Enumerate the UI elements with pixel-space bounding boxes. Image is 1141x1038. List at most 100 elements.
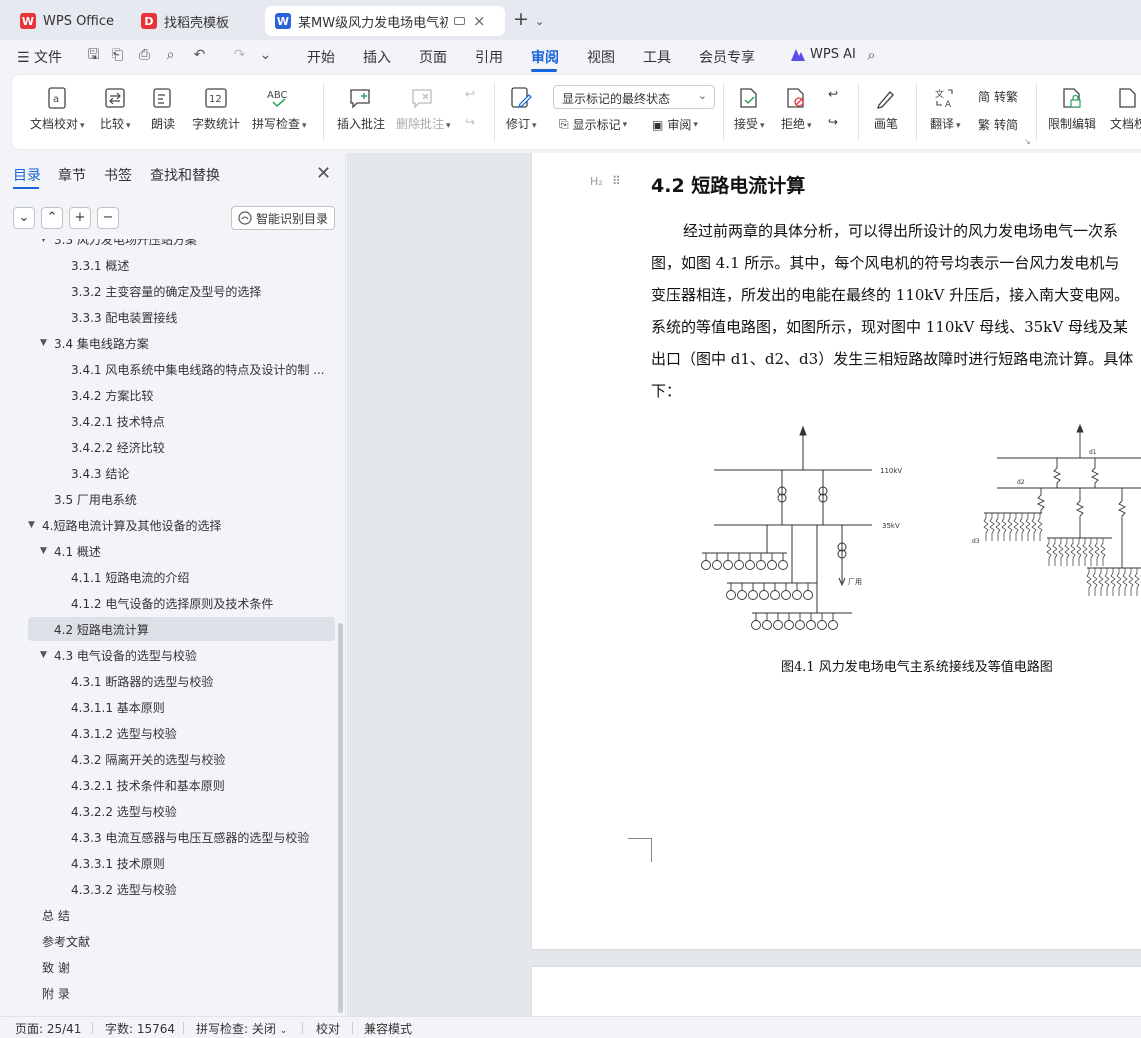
markup-state-select[interactable]: 显示标记的最终状态 ⌄ [553, 85, 715, 109]
dialog-launcher-icon[interactable]: ↘ [1024, 137, 1031, 146]
smart-toc-button[interactable]: 智能识别目录 [231, 206, 335, 230]
toc-item[interactable]: 3.3.1 概述 [28, 253, 335, 277]
prev-change-button[interactable]: ↩ [828, 87, 842, 101]
status-word-count[interactable]: 字数: 15764 [105, 1020, 175, 1037]
menu-references[interactable]: 引用 [475, 47, 503, 67]
doc-check-button[interactable]: a 文档校对 ▾ [30, 85, 85, 132]
toc-item[interactable]: 3.5 厂用电系统 [28, 487, 335, 511]
toc-item[interactable]: 4.3.3.1 技术原则 [28, 851, 335, 875]
toc-item[interactable]: 4.3.2.2 选型与校验 [28, 799, 335, 823]
insert-comment-button[interactable]: 插入批注 [337, 85, 385, 132]
drag-handle-icon[interactable]: ⠿ [612, 174, 621, 188]
expand-triangle-icon[interactable]: ▼ [40, 338, 54, 348]
toc-item[interactable]: 4.3.3 电流互感器与电压互感器的选型与校验 [28, 825, 335, 849]
print-icon[interactable]: ⎙ [137, 48, 152, 63]
new-tab-button[interactable]: + ⌄ [513, 8, 544, 30]
to-simplified-button[interactable]: 繁 转简 [978, 116, 1018, 133]
redo-icon[interactable]: ↷ [232, 48, 247, 63]
toc-item[interactable]: 4.3.2 隔离开关的选型与校验 [28, 747, 335, 771]
more-quick-icon[interactable]: ⌄ [258, 48, 273, 63]
collapse-down-button[interactable]: ⌄ [13, 207, 35, 229]
review-pane-button[interactable]: ▣ 审阅 ▾ [652, 116, 698, 133]
toc-item[interactable]: 附 录 [28, 981, 335, 1005]
read-aloud-button[interactable]: 朗读 [151, 85, 175, 132]
status-page[interactable]: 页面: 25/41 [15, 1020, 81, 1037]
translate-icon: 文A [935, 88, 953, 109]
export-icon[interactable]: ⎗ [110, 48, 125, 63]
expand-triangle-icon[interactable]: ▼ [40, 546, 54, 556]
delete-comment-button[interactable]: 删除批注 ▾ [396, 85, 451, 132]
toc-item[interactable]: 3.3.3 配电装置接线 [28, 305, 335, 329]
file-menu[interactable]: ☰ 文件 [17, 47, 62, 67]
toc-item[interactable]: ▼ 3.4 集电线路方案 [28, 331, 335, 355]
toc-item[interactable]: ▼ 3.3 风力发电场升压站方案 [28, 239, 335, 251]
print-preview-icon[interactable]: ⌕ [163, 48, 178, 63]
menu-home[interactable]: 开始 [307, 47, 335, 67]
panel-tab-bookmarks[interactable]: 书签 [104, 165, 132, 185]
toc-item[interactable]: 4.3.3.2 选型与校验 [28, 877, 335, 901]
toc-item[interactable]: 4.3.1.2 选型与校验 [28, 721, 335, 745]
to-traditional-button[interactable]: 简 转繁 [978, 88, 1018, 105]
expand-triangle-icon[interactable]: ▼ [40, 650, 54, 660]
accept-button[interactable]: 接受 ▾ [734, 85, 765, 132]
menu-insert[interactable]: 插入 [363, 47, 391, 67]
wps-ai-button[interactable]: WPS AI [790, 47, 856, 62]
prev-comment-button[interactable]: ↩ [465, 87, 479, 101]
pen-button[interactable]: 画笔 [874, 85, 898, 132]
tab-document[interactable]: W 某MW级风力发电场电气初步设计 × [265, 6, 505, 36]
toc-item[interactable]: 4.3.2.1 技术条件和基本原则 [28, 773, 335, 797]
add-heading-button[interactable]: + [69, 207, 91, 229]
toc-item[interactable]: 3.4.3 结论 [28, 461, 335, 485]
save-icon[interactable]: 🖫 [86, 48, 101, 63]
panel-tab-find-replace[interactable]: 查找和替换 [150, 165, 220, 185]
search-icon[interactable]: ⌕ [864, 48, 879, 63]
toc-item[interactable]: 4.3.1 断路器的选型与校验 [28, 669, 335, 693]
toc-scrollbar[interactable] [338, 623, 343, 1013]
toc-item[interactable]: ▼ 4.3 电气设备的选型与校验 [28, 643, 335, 667]
track-changes-button[interactable]: 修订 ▾ [506, 85, 537, 132]
word-count-button[interactable]: 12 字数统计 [192, 85, 240, 132]
toc-item[interactable]: 3.4.2 方案比较 [28, 383, 335, 407]
toc-item[interactable]: 4.1.2 电气设备的选择原则及技术条件 [28, 591, 335, 615]
collapse-up-button[interactable]: ⌃ [41, 207, 63, 229]
menu-page[interactable]: 页面 [419, 47, 447, 67]
tab-wps-office[interactable]: W WPS Office [10, 6, 123, 36]
close-icon[interactable]: × [473, 12, 486, 30]
compare-button[interactable]: 比较 ▾ [100, 85, 131, 132]
menu-vip[interactable]: 会员专享 [699, 47, 755, 67]
undo-icon[interactable]: ↶ [192, 48, 207, 63]
close-panel-icon[interactable]: ✕ [316, 163, 331, 184]
toc-item[interactable]: 3.4.2.1 技术特点 [28, 409, 335, 433]
toc-item[interactable]: 3.4.2.2 经济比较 [28, 435, 335, 459]
menu-view[interactable]: 视图 [587, 47, 615, 67]
reject-button[interactable]: 拒绝 ▾ [781, 85, 812, 132]
menu-review[interactable]: 审阅 [531, 47, 559, 67]
show-markup-button[interactable]: ⎘ 显示标记 ▾ [559, 116, 627, 133]
toc-item[interactable]: 3.4.1 风电系统中集电线路的特点及设计的制 ... [28, 357, 335, 381]
expand-triangle-icon[interactable]: ▼ [40, 239, 54, 244]
menu-tools[interactable]: 工具 [643, 47, 671, 67]
status-proof[interactable]: 校对 [316, 1020, 340, 1037]
expand-triangle-icon[interactable]: ▼ [28, 520, 42, 530]
spell-check-button[interactable]: ABC 拼写检查 ▾ [252, 85, 307, 132]
translate-button[interactable]: 文A 翻译 ▾ [930, 85, 961, 132]
toc-item[interactable]: 3.3.2 主变容量的确定及型号的选择 [28, 279, 335, 303]
toc-item[interactable]: ▼ 4.短路电流计算及其他设备的选择 [28, 513, 335, 537]
panel-tab-toc[interactable]: 目录 [13, 165, 41, 185]
toc-item[interactable]: ▼ 4.1 概述 [28, 539, 335, 563]
toc-item[interactable]: 总 结 [28, 903, 335, 927]
toc-item[interactable]: 4.1.1 短路电流的介绍 [28, 565, 335, 589]
tab-docer-templates[interactable]: D 找稻壳模板 [131, 6, 261, 36]
toc-item[interactable]: 4.2 短路电流计算 [28, 617, 335, 641]
restrict-edit-button[interactable]: 限制编辑 [1048, 85, 1096, 132]
toc-item[interactable]: 参考文献 [28, 929, 335, 953]
panel-tab-chapters[interactable]: 章节 [58, 165, 86, 185]
remove-heading-button[interactable]: − [97, 207, 119, 229]
next-change-button[interactable]: ↪ [828, 115, 842, 129]
toc-item[interactable]: 4.3.1.1 基本原则 [28, 695, 335, 719]
doc-permission-button[interactable]: 文档权 [1110, 85, 1141, 132]
doc-permission-label: 文档权 [1110, 117, 1141, 131]
next-comment-button[interactable]: ↪ [465, 115, 479, 129]
toc-item[interactable]: 致 谢 [28, 955, 335, 979]
status-spell-check[interactable]: 拼写检查: 关闭 ⌄ [196, 1020, 287, 1037]
